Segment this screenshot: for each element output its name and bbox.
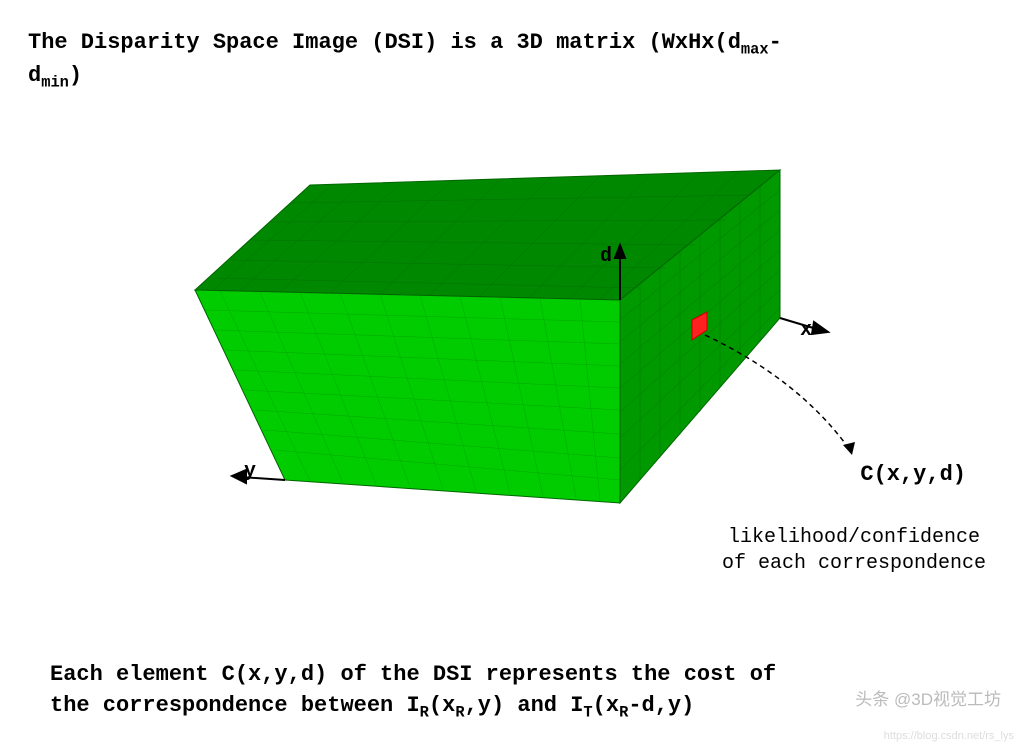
axis-label-y: y [244,460,256,483]
cost-function-label: C(x,y,d) [860,462,966,487]
cube-front-face [195,290,620,503]
axis-label-x: x [800,319,812,342]
dsi-3d-diagram [0,140,1026,590]
callout-arrowhead [843,442,855,455]
title-text: The Disparity Space Image (DSI) is a 3D … [28,28,998,94]
watermark-bottom: https://blog.csdn.net/rs_lys [884,730,1014,742]
axis-label-d: d [600,245,612,268]
likelihood-text: likelihood/confidence of each correspond… [722,525,986,577]
watermark-top: 头条 @3D视觉工坊 [855,685,1001,710]
axis-y [232,470,285,483]
